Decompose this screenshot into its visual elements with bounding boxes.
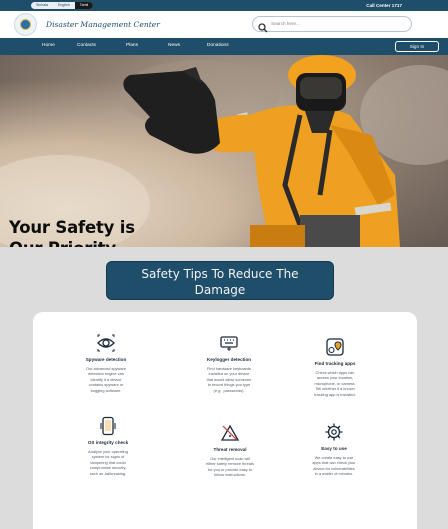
- features-panel: Spyware detection Our advanced spyware d…: [33, 312, 417, 529]
- feature-title: OS integrity check: [87, 440, 129, 445]
- safety-tips-title-line2: Damage: [194, 283, 246, 297]
- nav-contacts[interactable]: Contacts: [77, 43, 96, 48]
- feature-description: Our intelligent scan will either safely …: [205, 456, 254, 478]
- search-icon[interactable]: [258, 20, 268, 38]
- feature-description: Find hardware keyboards installed on you…: [206, 366, 252, 393]
- nav-plans[interactable]: Plans: [126, 43, 138, 48]
- phone-check-icon: [100, 416, 116, 436]
- top-strip: Sinhala English Tamil Call Center 1717: [0, 0, 448, 11]
- feature-description: Analyze your operating system for signs …: [88, 449, 128, 476]
- nav-donations[interactable]: Donations: [207, 43, 229, 48]
- feature-title: Keylogger detection: [206, 357, 252, 362]
- language-switcher: Sinhala English Tamil: [31, 2, 94, 9]
- nav-home[interactable]: Home: [42, 43, 55, 48]
- feature-description: We create easy to use apps that can chec…: [312, 455, 356, 477]
- language-english[interactable]: English: [53, 2, 75, 9]
- search-input[interactable]: Search here...: [271, 21, 300, 26]
- feature-description: Check which apps can access your locatio…: [314, 370, 356, 397]
- hero-banner: Your Safety is Our Priority: [0, 55, 448, 247]
- nav-news[interactable]: News: [168, 43, 180, 48]
- gear-icon: [325, 423, 343, 441]
- feature-title: Threat removal: [213, 447, 247, 452]
- safety-tips-title-line1: Safety Tips To Reduce The: [141, 267, 299, 281]
- hero-line-1: Your Safety is: [9, 218, 135, 237]
- feature-keylogger: Keylogger detection Find hardware keyboa…: [189, 333, 269, 393]
- language-sinhala[interactable]: Sinhala: [31, 2, 53, 9]
- warning-remove-icon: [220, 424, 240, 441]
- language-tamil[interactable]: Tamil: [74, 2, 94, 9]
- logo[interactable]: [14, 13, 37, 36]
- keyboard-icon: [220, 336, 238, 351]
- sign-in-button[interactable]: Sign In: [395, 41, 439, 52]
- hero-line-2: Our Priority: [9, 238, 135, 247]
- feature-title: Find tracking apps: [314, 361, 356, 366]
- header: Disaster Management Center Search here..…: [0, 11, 448, 38]
- feature-title: Spyware detection: [85, 357, 127, 362]
- feature-title: Easy to use: [321, 446, 347, 451]
- location-app-icon: [326, 338, 344, 356]
- call-center-text: Call Center 1717: [366, 3, 402, 8]
- safety-tips-heading: Safety Tips To Reduce The Damage: [106, 261, 334, 300]
- feature-easy-to-use: Easy to use We create easy to use apps t…: [294, 422, 374, 477]
- main-nav: Home Contacts Plans News Donations Sign …: [0, 38, 448, 55]
- search-box[interactable]: Search here...: [252, 16, 412, 33]
- hero-heading: Your Safety is Our Priority: [9, 217, 135, 247]
- feature-description: Our advanced spyware detection engine ca…: [85, 366, 126, 393]
- feature-threat-removal: Threat removal Our intelligent scan will…: [190, 423, 270, 478]
- site-title: Disaster Management Center: [46, 20, 160, 29]
- feature-spyware: Spyware detection Our advanced spyware d…: [66, 333, 146, 393]
- feature-tracking-apps: Find tracking apps Check which apps can …: [295, 337, 375, 397]
- eye-icon: [97, 334, 115, 352]
- feature-os-integrity: OS integrity check Analyze your operatin…: [68, 416, 148, 476]
